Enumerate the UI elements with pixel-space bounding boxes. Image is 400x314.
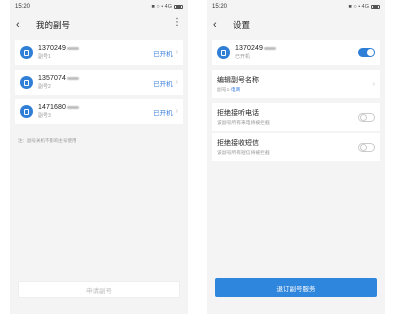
row-desc: 该副号所有短信将被拦截: [217, 151, 270, 157]
status-time: 15:20: [15, 4, 31, 10]
row-desc-highlight: 电商: [230, 88, 241, 94]
row-title: 拒绝接收短信: [217, 139, 259, 147]
sim-card-icon: [20, 76, 33, 89]
chevron-right-icon: ›: [175, 79, 178, 86]
sim-card-icon: [20, 105, 33, 118]
sim-card-icon: [217, 46, 230, 59]
status-indicators: ■ ○ • 4G: [348, 4, 370, 10]
number-label: 副号1: [38, 54, 51, 60]
page-title: 设置: [233, 20, 251, 30]
power-status: 已开机: [153, 80, 173, 88]
phone-screen-my-numbers: 15:20 ■ ○ • 4G ‹ 我的副号 ⋮ 1370249 副号1 已开机 …: [10, 0, 188, 314]
page-title: 我的副号: [36, 20, 71, 30]
chevron-right-icon: ›: [372, 80, 375, 88]
note-text: 注：副号关机不影响主号使用: [18, 138, 77, 143]
row-desc: 副号1-: [217, 88, 231, 94]
number-list: 1370249 副号1 已开机 ›: [15, 40, 183, 65]
back-arrow-icon[interactable]: ‹: [16, 19, 30, 31]
power-status: 已开机: [153, 109, 173, 117]
unsubscribe-button[interactable]: 退订副号服务: [215, 278, 377, 297]
battery-icon: [371, 4, 380, 10]
number-item-3[interactable]: 1471680 副号3 已开机 ›: [15, 99, 183, 124]
edit-name-row[interactable]: 编辑副号名称 副号1-电商 ›: [212, 70, 380, 98]
reject-sms-toggle[interactable]: [358, 142, 375, 152]
number-label: 副号3: [38, 113, 51, 119]
app-bar: ‹ 设置: [207, 14, 385, 36]
number-text: 1370249: [38, 45, 66, 52]
chevron-right-icon: ›: [175, 108, 178, 115]
status-time: 15:20: [212, 4, 228, 10]
back-arrow-icon[interactable]: ‹: [213, 19, 227, 31]
number-status-label: 已开机: [235, 54, 251, 60]
number-text: 1370249: [235, 45, 263, 52]
number-item-1[interactable]: 1370249 副号1 已开机 ›: [15, 40, 183, 65]
number-item-2[interactable]: 1357074 副号2 已开机 ›: [15, 70, 183, 95]
reject-sms-row: 拒绝接收短信 该副号所有短信将被拦截: [212, 133, 380, 161]
sim-card-icon: [20, 46, 33, 59]
apply-number-button[interactable]: 申请副号: [18, 281, 180, 298]
number-label: 副号2: [38, 84, 51, 90]
app-bar: ‹ 我的副号 ⋮: [10, 14, 188, 36]
number-text: 1471680: [38, 104, 66, 111]
row-title: 编辑副号名称: [217, 76, 259, 84]
phone-screen-settings: 15:20 ■ ○ • 4G ‹ 设置 1370249 已开机 编辑副号名称 副…: [207, 0, 385, 314]
chevron-right-icon: ›: [175, 49, 178, 56]
status-bar: 15:20 ■ ○ • 4G: [207, 0, 385, 14]
power-toggle[interactable]: [358, 48, 375, 57]
status-indicators: ■ ○ • 4G: [151, 4, 173, 10]
more-vertical-icon[interactable]: ⋮: [172, 18, 182, 28]
row-desc: 该副号所有来电将被拦截: [217, 121, 270, 127]
battery-icon: [174, 4, 183, 10]
number-header-row: 1370249 已开机: [212, 40, 380, 65]
power-status: 已开机: [153, 50, 173, 58]
reject-calls-row: 拒绝接听电话 该副号所有来电将被拦截: [212, 103, 380, 131]
row-title: 拒绝接听电话: [217, 109, 259, 117]
number-text: 1357074: [38, 75, 66, 82]
status-bar: 15:20 ■ ○ • 4G: [10, 0, 188, 14]
reject-calls-toggle[interactable]: [358, 112, 375, 122]
